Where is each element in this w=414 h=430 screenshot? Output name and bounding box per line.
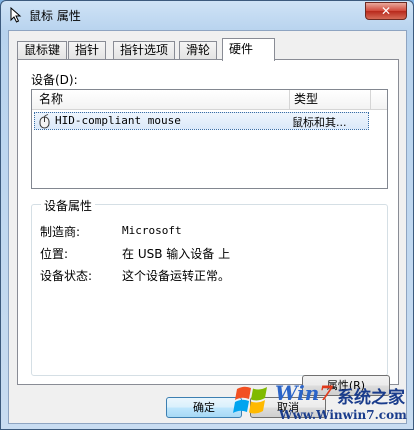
site-watermark: Win7 系统之家 Www.Winwin7.com: [229, 379, 413, 429]
device-type: 鼠标和其...: [292, 116, 347, 129]
mouse-properties-window: 鼠标 属性 ✕ 鼠标键 指针 指针选项 滑轮 硬件 设备(D): 名称 类型 H…: [0, 0, 414, 430]
mouse-icon: [39, 114, 50, 129]
window-title: 鼠标 属性: [29, 9, 81, 23]
title-bar[interactable]: 鼠标 属性 ✕: [1, 1, 413, 29]
tab-hardware[interactable]: 硬件: [222, 38, 275, 61]
watermark-brand-win: Win: [275, 381, 320, 405]
location-label: 位置:: [40, 247, 69, 261]
hardware-tab-panel: 设备(D): 名称 类型 HID-compliant mouse 鼠标和其...: [17, 59, 399, 396]
devices-label: 设备(D):: [31, 73, 78, 87]
list-item[interactable]: HID-compliant mouse 鼠标和其...: [34, 112, 369, 130]
column-header-type[interactable]: 类型: [291, 90, 371, 109]
list-header: 名称 类型: [32, 90, 387, 110]
tab-mouse-buttons[interactable]: 鼠标键: [17, 41, 68, 60]
watermark-brand: Win7: [275, 381, 333, 405]
column-header-name[interactable]: 名称: [32, 90, 290, 109]
dialog-client-area: 鼠标键 指针 指针选项 滑轮 硬件 设备(D): 名称 类型 HID-compl…: [8, 30, 407, 424]
device-name: HID-compliant mouse: [55, 114, 181, 127]
watermark-brand-7: 7: [319, 381, 334, 405]
watermark-chinese-text: 系统之家: [337, 388, 405, 408]
tab-pointer-options[interactable]: 指针选项: [113, 41, 176, 60]
device-properties-group: 设备属性 制造商: Microsoft 位置: 在 USB 输入设备 上 设备状…: [31, 197, 390, 396]
device-list[interactable]: 名称 类型 HID-compliant mouse 鼠标和其...: [31, 89, 388, 189]
tab-pointers[interactable]: 指针: [68, 41, 107, 60]
manufacturer-value: Microsoft: [122, 224, 182, 237]
group-title: 设备属性: [41, 197, 96, 214]
windows-logo-icon: [233, 386, 267, 414]
manufacturer-label: 制造商:: [40, 225, 81, 239]
watermark-url: Www.Winwin7.com: [279, 408, 407, 422]
close-button[interactable]: ✕: [365, 2, 407, 20]
mouse-pointer-icon: [10, 7, 22, 23]
tab-wheel[interactable]: 滑轮: [179, 41, 218, 60]
device-status-value: 这个设备运转正常。: [122, 269, 231, 283]
location-value: 在 USB 输入设备 上: [122, 247, 231, 261]
device-status-label: 设备状态:: [40, 269, 93, 283]
